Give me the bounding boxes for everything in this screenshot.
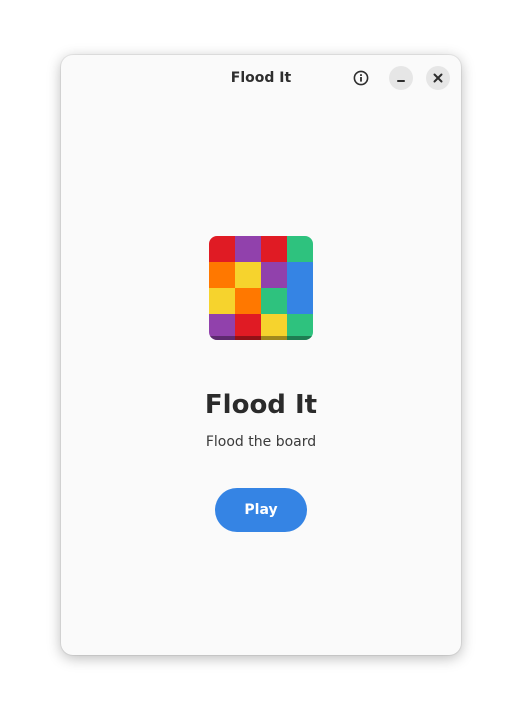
board-cell: [209, 236, 236, 263]
app-subtitle: Flood the board: [205, 434, 317, 450]
minimize-button[interactable]: [389, 66, 413, 90]
headerbar: Flood It: [61, 55, 461, 101]
minimize-icon: [393, 70, 409, 86]
board-cell: [235, 288, 262, 315]
board-cell: [209, 288, 236, 315]
close-button[interactable]: [426, 66, 450, 90]
board-cell: [261, 236, 288, 263]
board-cell: [287, 262, 313, 289]
board-shadow: [209, 336, 313, 340]
board-cell: [287, 236, 313, 263]
board-cell: [261, 288, 288, 315]
app-title: Flood It: [204, 390, 318, 420]
board-cell: [209, 262, 236, 289]
close-icon: [430, 70, 446, 86]
about-button[interactable]: [349, 66, 373, 90]
info-icon: [353, 70, 369, 86]
board-cell: [235, 236, 262, 263]
flood-it-board-icon: [209, 236, 313, 340]
board-cell: [261, 262, 288, 289]
play-button[interactable]: Play: [215, 488, 307, 532]
board-cell: [287, 288, 313, 315]
board-cell: [235, 262, 262, 289]
app-window: Flood It Flood It Flood the board Play: [61, 55, 461, 655]
